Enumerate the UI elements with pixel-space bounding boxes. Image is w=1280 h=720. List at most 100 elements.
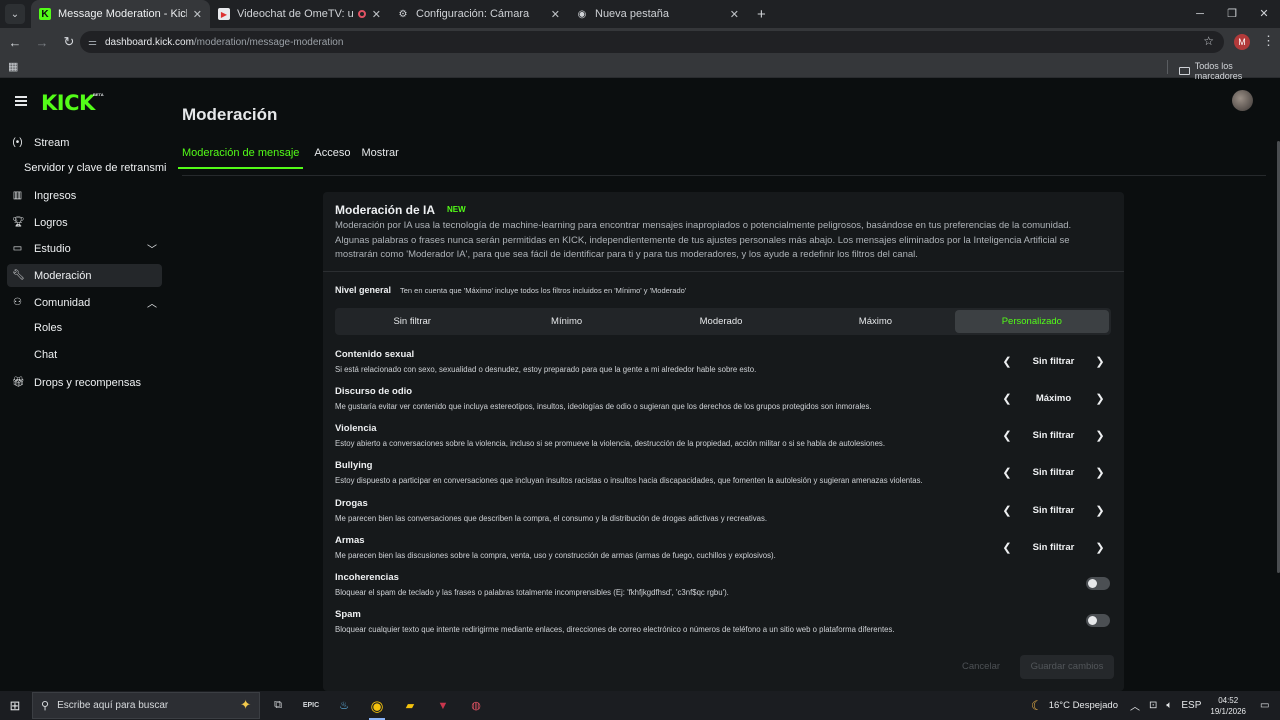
close-tab-icon[interactable]: ✕ [193, 8, 202, 21]
tab-camera-settings[interactable]: ⚙ Configuración: Cámara ✕ [389, 0, 568, 28]
category-level-stepper: ❮ Sin filtrar ❯ [996, 539, 1111, 555]
task-view-icon[interactable]: ⧉ [266, 694, 290, 717]
chevron-up-icon[interactable]: ︿ [147, 295, 157, 310]
hamburger-menu-icon[interactable] [15, 96, 27, 108]
chevron-up-icon[interactable]: ︿ [1130, 698, 1140, 713]
restore-icon[interactable]: ❐ [1216, 0, 1248, 28]
tab-kick-moderation[interactable]: K Message Moderation - Kick Da ✕ [31, 0, 210, 28]
close-window-icon[interactable]: ✕ [1248, 0, 1280, 28]
steam-icon[interactable]: ♨ [332, 694, 356, 717]
sidebar-item-chat[interactable]: Chat [34, 349, 57, 361]
chevron-left-icon[interactable]: ❮ [996, 392, 1018, 405]
chevron-right-icon[interactable]: ❯ [1089, 541, 1111, 554]
windows-start-icon[interactable]: ⊞ [0, 698, 30, 714]
tab-new-tab[interactable]: ◉ Nueva pestaña ✕ [568, 0, 747, 28]
reload-icon[interactable]: ↻ [57, 34, 81, 50]
search-icon: ⚲ [41, 700, 50, 712]
sidebar-item-moderacion[interactable]: 🔧︎ Moderación [7, 264, 162, 287]
app-icon[interactable]: ▼ [431, 694, 455, 717]
sidebar-item-label: Estudio [34, 242, 71, 255]
user-avatar[interactable] [1232, 90, 1253, 111]
tab-acceso[interactable]: Acceso [314, 147, 350, 169]
chevron-left-icon[interactable]: ❮ [996, 504, 1018, 517]
ai-moderation-title: Moderación de IA [335, 203, 436, 217]
chevron-left-icon[interactable]: ❮ [996, 541, 1018, 554]
taskbar-search[interactable]: ⚲ Escribe aquí para buscar ✦ [32, 692, 260, 719]
level-option-moderado[interactable]: Moderado [644, 308, 798, 335]
category-value: Sin filtrar [1032, 429, 1075, 441]
chevron-left-icon[interactable]: ❮ [996, 429, 1018, 442]
notifications-icon[interactable]: ▭ [1260, 700, 1274, 711]
chrome-icon[interactable]: ◉ [365, 694, 389, 720]
chevron-right-icon[interactable]: ❯ [1089, 429, 1111, 442]
tab-ometv[interactable]: ▶ Videochat de OmeTV: una ✕ [210, 0, 389, 28]
people-icon: ⚇ [13, 297, 22, 308]
divider [1167, 60, 1168, 74]
sidebar-item-ingresos[interactable]: ▥ Ingresos [7, 184, 162, 207]
sidebar-item-server-key[interactable]: Servidor y clave de retransmi [24, 162, 166, 174]
tab-label: Message Moderation - Kick Da [58, 8, 187, 20]
obs-icon[interactable]: ◍ [464, 694, 488, 717]
close-tab-icon[interactable]: ✕ [372, 8, 381, 21]
save-changes-button[interactable]: Guardar cambios [1020, 655, 1114, 679]
chevron-left-icon[interactable]: ❮ [996, 355, 1018, 368]
clock[interactable]: 04:52 19/1/2026 [1210, 695, 1246, 717]
sidebar-item-roles[interactable]: Roles [34, 322, 62, 334]
sidebar-item-comunidad[interactable]: ⚇ Comunidad ︿ [7, 291, 162, 314]
site-info-icon[interactable]: ⚌ [88, 37, 97, 48]
overall-level-label: Nivel general [335, 285, 392, 295]
bookmark-star-icon[interactable]: ☆ [1203, 34, 1214, 48]
tab-mostrar[interactable]: Mostrar [361, 147, 398, 169]
language-indicator[interactable]: ESP [1181, 700, 1201, 711]
kick-favicon-icon: K [39, 8, 51, 20]
new-tab-icon[interactable]: + [757, 6, 766, 23]
kick-logo[interactable]: KICK [41, 91, 95, 115]
network-icon[interactable]: ⊡ [1149, 700, 1157, 711]
sidebar-item-estudio[interactable]: ▭ Estudio ﹀ [7, 237, 162, 260]
sidebar-item-stream[interactable]: (•) Stream [7, 131, 162, 154]
chevron-right-icon[interactable]: ❯ [1089, 466, 1111, 479]
sidebar-item-drops[interactable]: 🎁︎ Drops y recompensas [7, 371, 162, 394]
incoherencias-toggle[interactable] [1086, 577, 1110, 590]
address-bar[interactable]: ⚌ dashboard.kick.com/moderation/message-… [80, 31, 1224, 53]
browser-tabstrip: ⌄ K Message Moderation - Kick Da ✕ ▶ Vid… [0, 0, 1280, 28]
overall-level-note: Ten en cuenta que 'Máximo' incluye todos… [400, 286, 687, 295]
back-icon[interactable]: ← [3, 35, 27, 50]
file-explorer-icon[interactable]: ▰ [398, 694, 422, 717]
chevron-down-icon[interactable]: ﹀ [147, 241, 157, 256]
sidebar-item-label: Comunidad [34, 296, 91, 309]
close-tab-icon[interactable]: ✕ [730, 8, 739, 21]
spam-toggle[interactable] [1086, 614, 1110, 627]
tab-search-button[interactable]: ⌄ [5, 4, 25, 24]
level-option-sin-filtrar[interactable]: Sin filtrar [335, 308, 489, 335]
chevron-left-icon[interactable]: ❮ [996, 466, 1018, 479]
window-controls: ─ ❐ ✕ [1184, 0, 1280, 28]
page-title: Moderación [182, 105, 278, 124]
weather-moon-icon: ☾ [1031, 697, 1043, 713]
level-option-maximo[interactable]: Máximo [798, 308, 952, 335]
epic-games-icon[interactable]: EPIC [299, 694, 323, 717]
forward-icon[interactable]: → [30, 35, 54, 50]
minimize-icon[interactable]: ─ [1184, 0, 1216, 28]
chevron-right-icon[interactable]: ❯ [1089, 504, 1111, 517]
chevron-right-icon[interactable]: ❯ [1089, 392, 1111, 405]
all-bookmarks-folder[interactable]: Todos los marcadores [1179, 61, 1280, 81]
more-menu-icon[interactable]: ⋮ [1262, 33, 1275, 49]
profile-avatar[interactable]: M [1234, 34, 1250, 50]
toggle-name: Incoherencias [335, 572, 399, 583]
level-option-minimo[interactable]: Mínimo [489, 308, 643, 335]
tab-message-moderation[interactable]: Moderación de mensaje [178, 147, 304, 169]
tab-label: Configuración: Cámara [416, 8, 530, 20]
apps-grid-icon[interactable]: ▦ [8, 60, 18, 73]
weather-label[interactable]: 16°C Despejado [1049, 700, 1118, 711]
volume-icon[interactable]: 🔈︎ [1166, 700, 1172, 711]
category-name: Bullying [335, 460, 373, 471]
level-option-personalizado[interactable]: Personalizado [954, 310, 1110, 333]
close-tab-icon[interactable]: ✕ [551, 8, 560, 21]
chevron-right-icon[interactable]: ❯ [1089, 355, 1111, 368]
copilot-sparkle-icon[interactable]: ✦ [240, 697, 251, 713]
overall-level-selector: Sin filtrar Mínimo Moderado Máximo Perso… [335, 308, 1111, 335]
sidebar-item-logros[interactable]: 🏆︎ Logros [7, 211, 162, 234]
ometv-favicon-icon: ▶ [218, 8, 230, 20]
cancel-button[interactable]: Cancelar [962, 661, 1000, 672]
